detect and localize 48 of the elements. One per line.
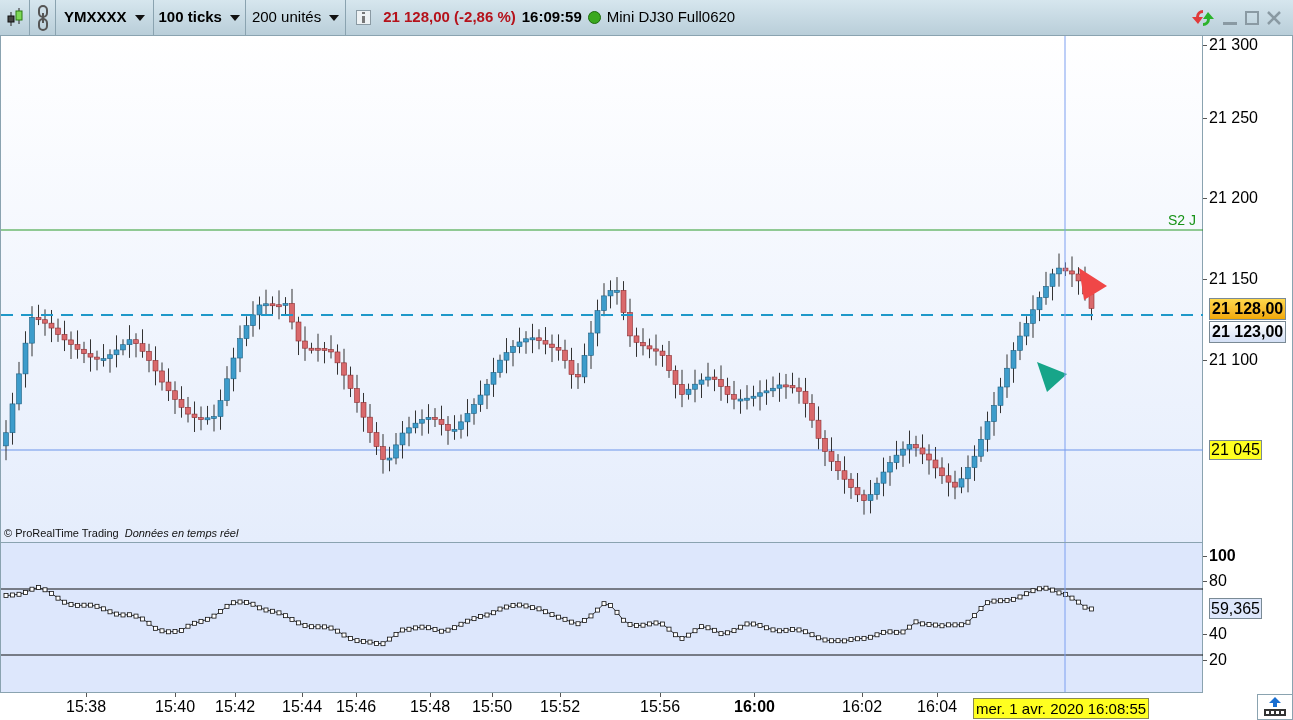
- time-label: 16:02: [842, 697, 882, 717]
- sell-signal-icon: [1079, 268, 1107, 300]
- time-label: 15:56: [640, 697, 680, 717]
- instrument-dropdown[interactable]: YMXXXX: [56, 0, 154, 35]
- axis-label: 21 200: [1209, 189, 1258, 207]
- close-icon: [1267, 10, 1281, 25]
- maximize-icon: [1245, 10, 1259, 25]
- time-label: 15:40: [155, 697, 195, 717]
- time-label: 15:48: [410, 697, 450, 717]
- axis-label: 21 100: [1209, 351, 1258, 369]
- last-price-tag: 21 128,00: [1209, 298, 1287, 320]
- minimize-icon: [1223, 21, 1237, 25]
- axis-label: 20: [1209, 651, 1227, 669]
- time-label: 15:46: [336, 697, 376, 717]
- caret-icon: [134, 14, 145, 21]
- buy-signal-icon: [1037, 362, 1067, 392]
- info-button[interactable]: [356, 10, 372, 25]
- copyright-text: © ProRealTime Trading: [4, 525, 119, 541]
- time-label: 16:04: [917, 697, 957, 717]
- axis-label: 21 150: [1209, 270, 1258, 288]
- time-label: 15:42: [215, 697, 255, 717]
- expand-panel-button[interactable]: [1257, 694, 1293, 720]
- axis-label: 80: [1209, 572, 1227, 590]
- time-label: 15:38: [66, 697, 106, 717]
- price-level-tag: 21 045: [1209, 440, 1262, 460]
- chain-icon: [36, 4, 49, 31]
- axis-label: 40: [1209, 625, 1227, 643]
- price-change: 21 128,00 (-2,86 %): [383, 7, 516, 28]
- market-name: Mini DJ30 Full0620: [606, 7, 736, 28]
- caret-icon: [329, 14, 340, 21]
- clock-time: 16:09:59: [521, 7, 582, 28]
- line-label: S2 J: [1168, 211, 1196, 230]
- time-label: 16:00: [734, 697, 774, 717]
- caret-icon: [229, 14, 240, 21]
- panel-up-icon: [1263, 697, 1287, 717]
- cursor-date-tag: mer. 1 avr. 2020 16:08:55: [973, 698, 1150, 719]
- indicator-value-tag: 59,365: [1209, 598, 1262, 619]
- realtime-note: Données en temps réel: [124, 525, 239, 541]
- time-label: 15:44: [282, 697, 322, 717]
- interval-dropdown[interactable]: 100 ticks: [153, 0, 246, 35]
- axis-label: 21 250: [1209, 109, 1258, 127]
- info-icon: [361, 12, 367, 23]
- cursor-price-tag: 21 123,00: [1209, 321, 1287, 343]
- units-dropdown[interactable]: 200 unités: [245, 0, 347, 35]
- time-label: 15:52: [540, 697, 580, 717]
- axis-label: 100: [1209, 547, 1236, 565]
- axis-label: 21 300: [1209, 36, 1258, 54]
- time-label: 15:50: [472, 697, 512, 717]
